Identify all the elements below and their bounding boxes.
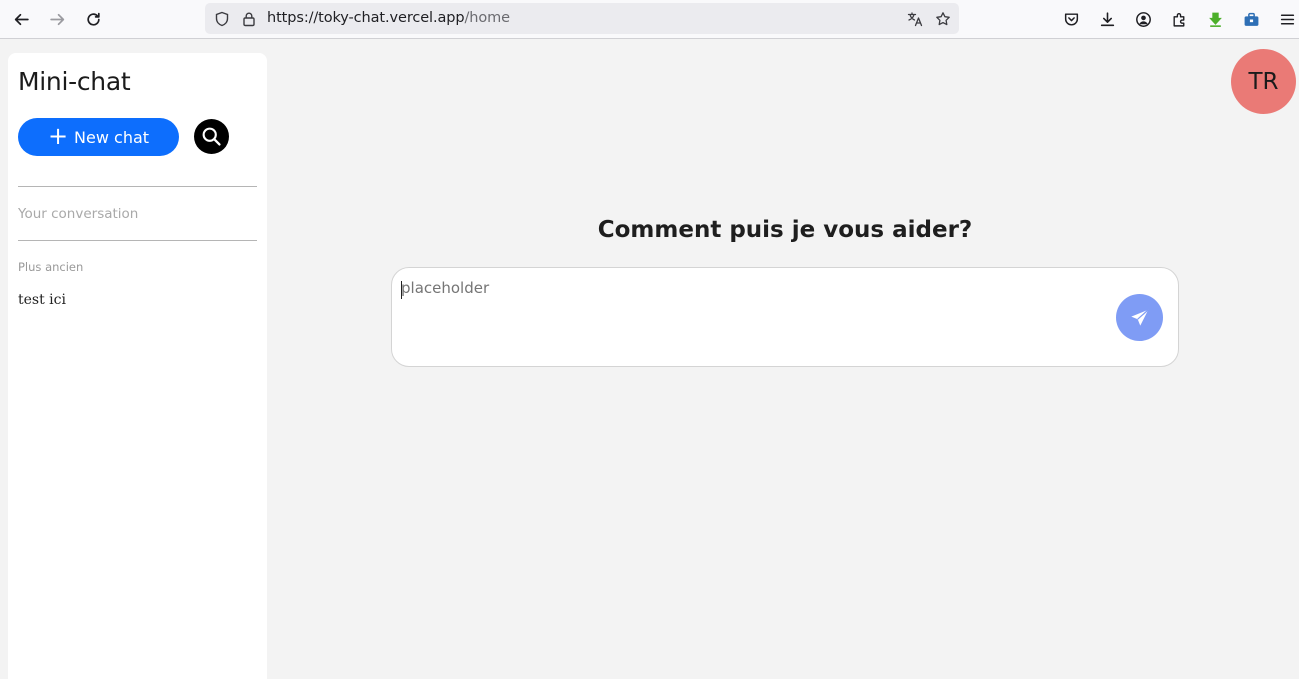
paper-plane-icon [1130,308,1149,326]
download-extension-icon[interactable] [1202,6,1228,32]
message-input[interactable] [401,279,1101,349]
downloads-icon[interactable] [1094,6,1120,32]
conversation-item[interactable]: test ici [18,292,66,308]
text-caret [401,281,402,299]
address-bar[interactable]: https://toky-chat.vercel.app/home [205,3,959,34]
new-chat-label: New chat [74,127,150,147]
message-composer [391,267,1179,367]
back-arrow-icon[interactable] [8,6,34,32]
translate-icon[interactable] [905,9,924,28]
pocket-icon[interactable] [1058,6,1084,32]
conversation-label: Your conversation [18,206,139,222]
send-button[interactable] [1116,294,1163,341]
search-icon [202,127,221,146]
sidebar: Mini-chat + New chat Your conversation P… [8,53,267,679]
app-title: Mini-chat [18,67,131,96]
toolbox-extension-icon[interactable] [1238,6,1264,32]
plus-icon: + [47,122,69,150]
new-chat-button[interactable]: + New chat [18,118,179,156]
sidebar-divider [18,186,257,187]
search-button[interactable] [194,119,229,154]
forward-arrow-icon[interactable] [44,6,70,32]
page-headline: Comment puis je vous aider? [597,217,973,243]
section-label-older: Plus ancien [18,260,84,274]
user-avatar[interactable]: TR [1231,49,1296,114]
reload-icon[interactable] [80,6,106,32]
account-icon[interactable] [1130,6,1156,32]
bookmark-star-icon[interactable] [933,9,952,28]
shield-icon[interactable] [212,9,231,28]
url-text: https://toky-chat.vercel.app/home [267,10,510,26]
extensions-icon[interactable] [1166,6,1192,32]
sidebar-divider [18,240,257,241]
lock-icon[interactable] [239,9,258,28]
menu-icon[interactable] [1274,6,1299,32]
browser-toolbar: https://toky-chat.vercel.app/home [0,0,1299,39]
